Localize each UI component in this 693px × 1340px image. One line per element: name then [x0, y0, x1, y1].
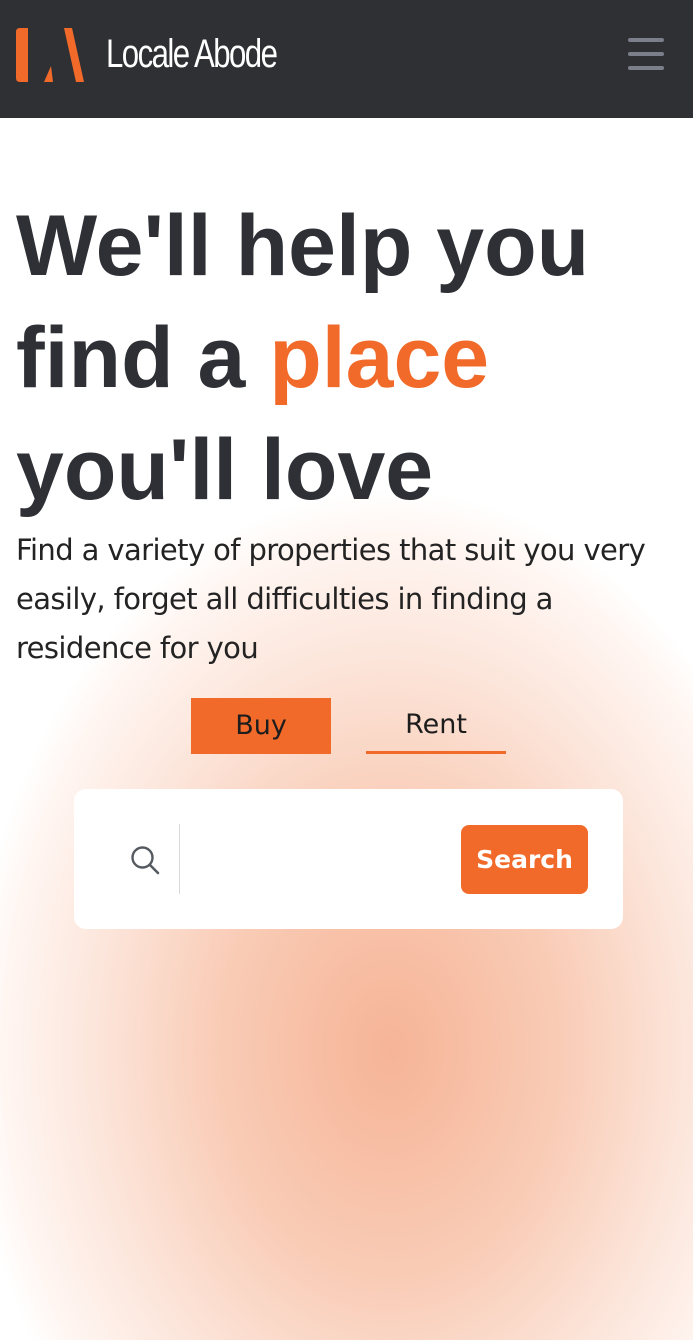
search-icon	[131, 846, 160, 875]
search-bar: Search	[74, 789, 623, 929]
hero-subtitle: Find a variety of properties that suit y…	[16, 533, 646, 665]
hero-title-line1: We'll help you	[16, 198, 590, 294]
search-divider	[179, 824, 180, 894]
hero-title-line3: you'll love	[16, 422, 434, 518]
tab-buy[interactable]: Buy	[191, 698, 331, 754]
menu-bar	[628, 66, 664, 70]
hamburger-menu-icon[interactable]	[622, 36, 670, 76]
search-input[interactable]	[188, 827, 454, 891]
menu-bar	[628, 52, 664, 56]
tab-rent[interactable]: Rent	[366, 698, 506, 754]
la-logo-icon[interactable]	[14, 26, 86, 84]
menu-bar	[628, 38, 664, 42]
hero-title: We'll help you find a place you'll love	[16, 190, 676, 526]
hero-title-line2-prefix: find a	[16, 310, 270, 406]
search-button[interactable]: Search	[461, 825, 588, 894]
brand-name[interactable]: Locale Abode	[106, 30, 278, 78]
top-navbar: Locale Abode	[0, 0, 693, 118]
hero-title-accent: place	[269, 310, 490, 406]
